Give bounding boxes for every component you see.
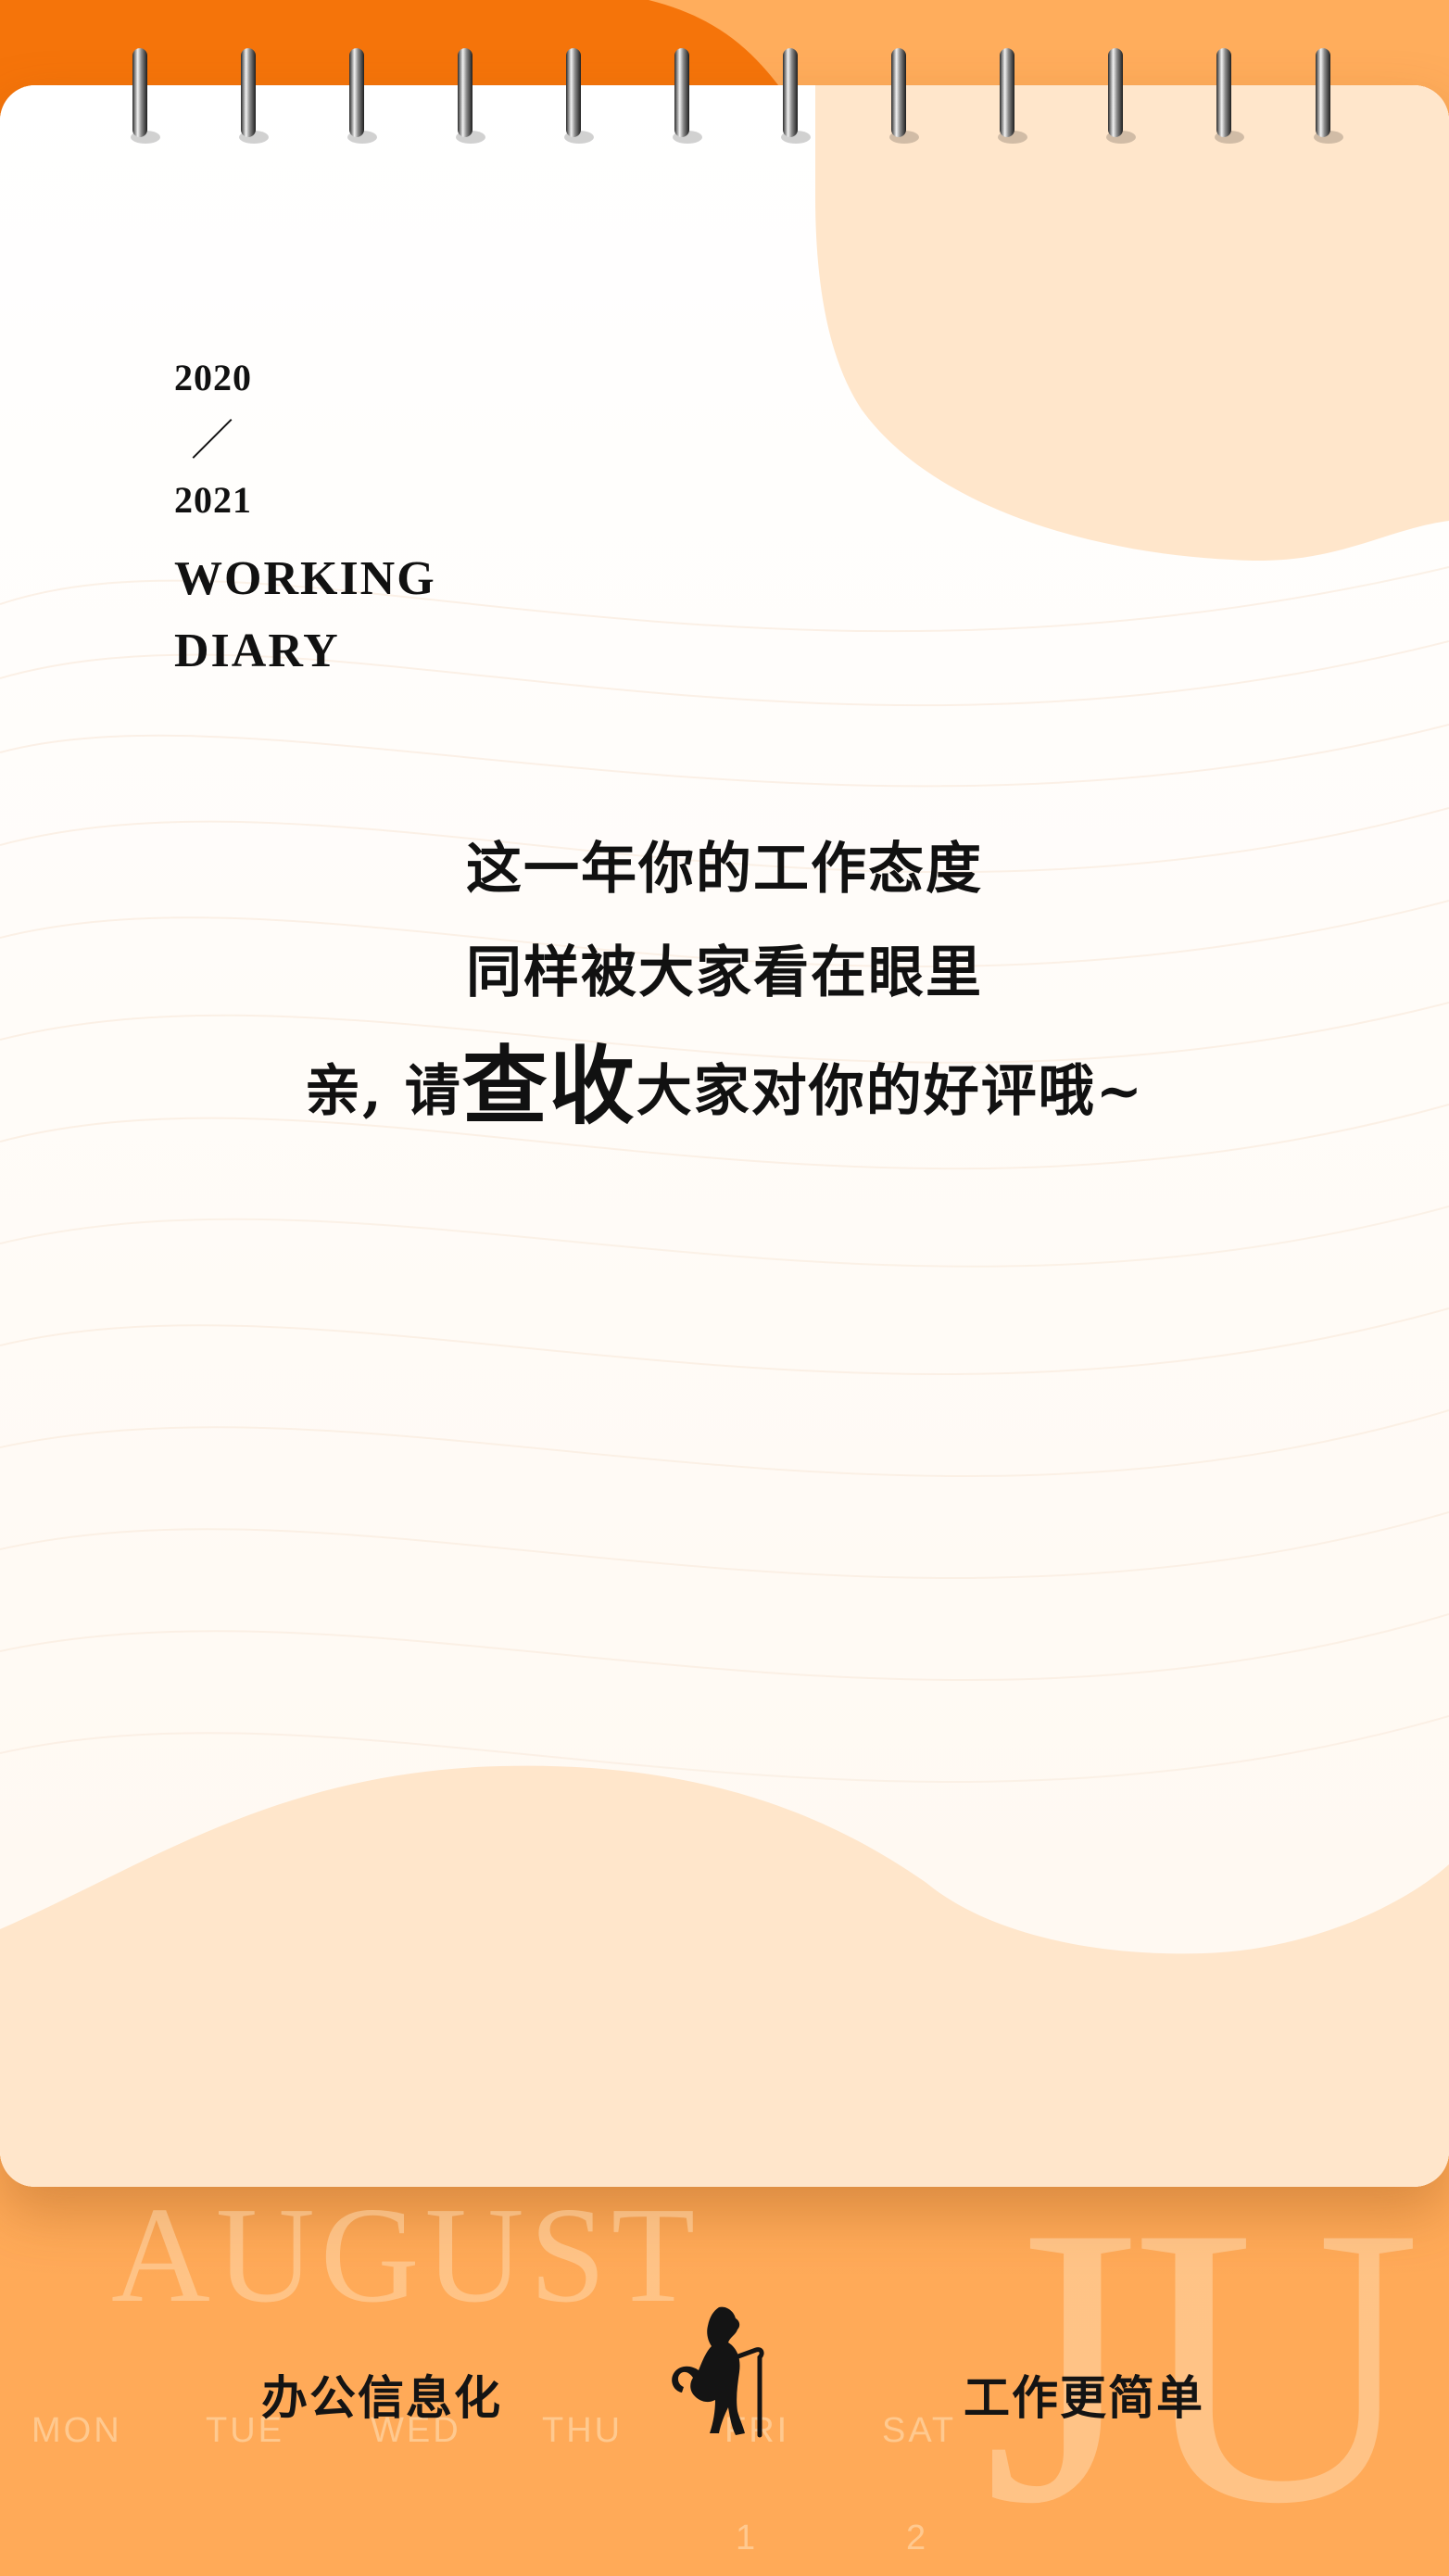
watermark-month: AUGUST bbox=[111, 2179, 701, 2331]
message-line1: 这一年你的工作态度 bbox=[466, 837, 983, 902]
diary-title-line2: DIARY bbox=[174, 625, 340, 677]
calendar-page: 2020 ／ 2021 WORKING DIARY 这一年你的工作态度 同样被大… bbox=[0, 0, 1449, 2576]
diary-paper: 2020 ／ 2021 WORKING DIARY 这一年你的工作态度 同样被大… bbox=[0, 85, 1449, 2187]
review-message: 这一年你的工作态度 同样被大家看在眼里 亲, 请查收大家对你的好评哦~ bbox=[0, 817, 1449, 1153]
year-end: 2021 bbox=[174, 479, 252, 521]
weekday-sat: SAT bbox=[882, 2411, 957, 2450]
weekday-mon: MON bbox=[32, 2411, 122, 2450]
day-number-2: 2 bbox=[906, 2519, 926, 2557]
slogan-left: 办公信息化 bbox=[261, 2370, 502, 2425]
year-separator: ／ bbox=[191, 417, 233, 464]
leopard-with-cane-icon bbox=[672, 2306, 764, 2438]
diary-date-block: 2020 ／ 2021 WORKING DIARY bbox=[174, 356, 436, 688]
diary-title-line1: WORKING bbox=[174, 552, 436, 605]
message-line2: 同样被大家看在眼里 bbox=[466, 941, 983, 1005]
message-line3-prefix: 亲, 请 bbox=[304, 1059, 462, 1124]
slogan-right: 工作更简单 bbox=[964, 2370, 1204, 2425]
message-line3: 亲, 请查收大家对你的好评哦~ bbox=[0, 1025, 1449, 1153]
year-start: 2020 bbox=[174, 357, 252, 398]
message-emphasis: 查收 bbox=[461, 1036, 636, 1136]
message-line3-suffix: 大家对你的好评哦~ bbox=[636, 1059, 1145, 1124]
day-number-1: 1 bbox=[736, 2519, 756, 2557]
weekday-thu: THU bbox=[542, 2411, 624, 2450]
